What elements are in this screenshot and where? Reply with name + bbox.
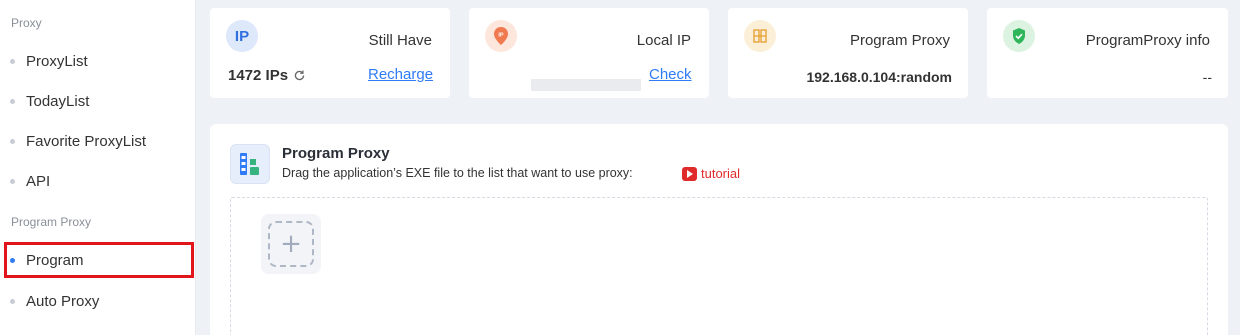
info-value: -- bbox=[1202, 69, 1212, 85]
add-program-button[interactable]: + bbox=[261, 214, 321, 274]
card-title: Program Proxy bbox=[849, 32, 950, 49]
ip-count: 1472 IPs bbox=[228, 67, 306, 84]
sidebar-item-label: TodayList bbox=[26, 92, 90, 110]
exe-drop-zone[interactable]: + bbox=[230, 197, 1208, 335]
recharge-link[interactable]: Recharge bbox=[368, 66, 433, 83]
section-title-proxy: Proxy bbox=[11, 16, 42, 30]
tutorial-label: tutorial bbox=[701, 166, 741, 181]
check-link[interactable]: Check bbox=[649, 66, 692, 83]
video-play-icon bbox=[682, 166, 697, 181]
masked-ip-value bbox=[531, 79, 641, 91]
ip-icon: IP bbox=[226, 20, 258, 52]
panel-title: Program Proxy bbox=[282, 145, 390, 162]
sidebar-item-label: Program bbox=[26, 251, 84, 269]
card-title: Still Have bbox=[368, 32, 432, 49]
card-programproxy-info: ProgramProxy info -- bbox=[987, 8, 1228, 98]
card-still-have: IP Still Have 1472 IPs Recharge bbox=[210, 8, 450, 98]
card-program-proxy: Program Proxy 192.168.0.104:random bbox=[728, 8, 968, 98]
barcode-icon bbox=[744, 20, 776, 52]
shield-check-icon bbox=[1003, 20, 1035, 52]
sidebar-item-auto-proxy[interactable]: Auto Proxy bbox=[4, 284, 194, 318]
card-local-ip: IP Local IP Check bbox=[469, 8, 709, 98]
plus-icon: + bbox=[268, 221, 314, 267]
bullet-dot-icon bbox=[10, 178, 15, 184]
location-pin-icon: IP bbox=[485, 20, 517, 52]
sidebar-item-proxylist[interactable]: ProxyList bbox=[4, 44, 194, 78]
sidebar-item-label: ProxyList bbox=[26, 52, 88, 70]
sidebar-item-label: Auto Proxy bbox=[26, 292, 100, 310]
svg-text:IP: IP bbox=[498, 33, 504, 39]
bullet-dot-icon bbox=[10, 298, 15, 304]
card-title: Local IP bbox=[636, 32, 691, 49]
program-proxy-panel: Program Proxy Drag the application’s EXE… bbox=[210, 124, 1228, 335]
panel-description: Drag the application’s EXE file to the l… bbox=[282, 166, 633, 180]
section-title-program-proxy: Program Proxy bbox=[11, 215, 92, 229]
card-title: ProgramProxy info bbox=[1085, 32, 1210, 49]
program-list-icon bbox=[230, 144, 270, 184]
refresh-icon[interactable] bbox=[293, 69, 306, 82]
sidebar-item-program[interactable]: Program bbox=[4, 242, 194, 278]
sidebar-item-label: API bbox=[26, 172, 51, 190]
tutorial-link[interactable]: tutorial bbox=[682, 166, 740, 181]
bullet-dot-icon bbox=[10, 138, 15, 144]
sidebar-item-favorite-proxylist[interactable]: Favorite ProxyList bbox=[4, 124, 194, 158]
sidebar-item-label: Favorite ProxyList bbox=[26, 132, 147, 150]
bullet-dot-icon bbox=[10, 257, 15, 263]
sidebar: Proxy ProxyList TodayList Favorite Proxy… bbox=[0, 0, 196, 335]
sidebar-item-api[interactable]: API bbox=[4, 164, 194, 198]
proxy-address: 192.168.0.104:random bbox=[806, 69, 952, 85]
sidebar-item-todaylist[interactable]: TodayList bbox=[4, 84, 194, 118]
bullet-dot-icon bbox=[10, 58, 15, 64]
bullet-dot-icon bbox=[10, 98, 15, 104]
